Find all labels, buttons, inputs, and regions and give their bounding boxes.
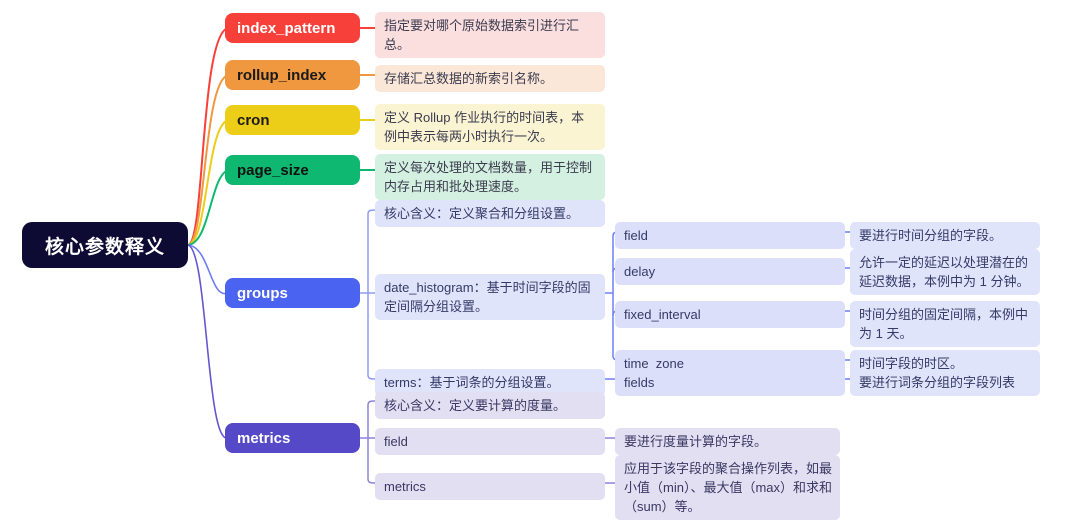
branch-label: page_size [237,161,309,179]
branch-node-groups[interactable]: groups [225,278,360,308]
description-fields: 要进行词条分组的字段列表 [850,369,1040,396]
description-page-size: 定义每次处理的文档数量，用于控制内存占用和批处理速度。 [375,154,605,200]
branch-node-rollup-index[interactable]: rollup_index [225,60,360,90]
branch-label: cron [237,111,270,129]
branch-label: metrics [237,429,291,447]
root-node[interactable]: 核心参数释义 [22,222,188,268]
groups-child-core-meaning: 核心含义：定义聚合和分组设置。 [375,200,605,227]
groups-child-date-histogram: date_histogram：基于时间字段的固定间隔分组设置。 [375,274,605,320]
description-fixed-interval: 时间分组的固定间隔，本例中为 1 天。 [850,301,1040,347]
branch-label: rollup_index [237,66,327,84]
metrics-child-core-meaning: 核心含义：定义要计算的度量。 [375,392,605,419]
description-field: 要进行时间分组的字段。 [850,222,1040,249]
description-index-pattern: 指定要对哪个原始数据索引进行汇总。 [375,12,605,58]
description-delay: 允许一定的延迟以处理潜在的延迟数据，本例中为 1 分钟。 [850,249,1040,295]
branch-node-metrics[interactable]: metrics [225,423,360,453]
date-histogram-fixed-interval-label: fixed_interval [615,301,845,328]
date-histogram-field-label: field [615,222,845,249]
description-metrics-metrics: 应用于该字段的聚合操作列表，如最小值（min）、最大值（max）和求和（sum）… [615,455,840,520]
branch-node-page-size[interactable]: page_size [225,155,360,185]
description-metrics-field: 要进行度量计算的字段。 [615,428,840,455]
root-label: 核心参数释义 [44,236,165,258]
metrics-child-field-label: field [375,428,605,455]
terms-fields-label: fields [615,369,845,396]
mindmap-canvas: 核心参数释义 index_pattern rollup_index cron p… [0,0,1080,526]
branch-node-cron[interactable]: cron [225,105,360,135]
metrics-child-metrics-label: metrics [375,473,605,500]
branch-label: groups [237,284,288,302]
branch-label: index_pattern [237,19,336,37]
description-rollup-index: 存储汇总数据的新索引名称。 [375,65,605,92]
description-cron: 定义 Rollup 作业执行的时间表，本例中表示每两小时执行一次。 [375,104,605,150]
branch-node-index-pattern[interactable]: index_pattern [225,13,360,43]
date-histogram-delay-label: delay [615,258,845,285]
